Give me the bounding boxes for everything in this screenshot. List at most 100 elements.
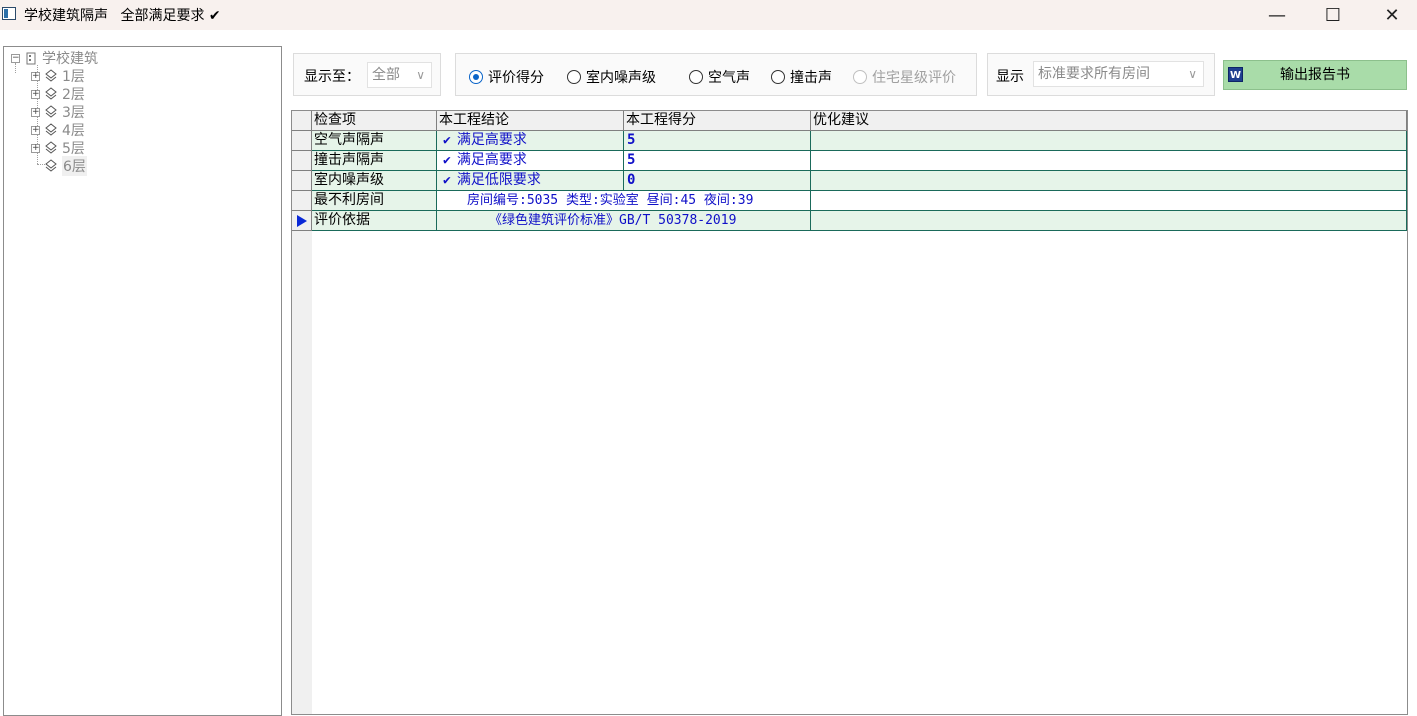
cell-advice bbox=[811, 211, 1407, 231]
floor-icon bbox=[45, 141, 57, 154]
table-row[interactable]: 评价依据 《绿色建筑评价标准》GB/T 50378-2019 bbox=[292, 211, 1407, 231]
check-icon: ✔ bbox=[443, 153, 451, 168]
show-filter-select[interactable]: 标准要求所有房间 ∨ bbox=[1033, 61, 1204, 87]
tree-floor-label[interactable]: 1层 bbox=[62, 66, 85, 86]
cell-score: 5 bbox=[624, 131, 811, 151]
current-row-pointer-icon bbox=[297, 215, 307, 227]
header-score[interactable]: 本工程得分 bbox=[624, 111, 811, 131]
cell-item: 撞击声隔声 bbox=[312, 151, 437, 171]
radio-residential-star: 住宅星级评价 bbox=[853, 67, 956, 87]
tree-floor-label[interactable]: 3层 bbox=[62, 102, 85, 122]
row-indicator[interactable] bbox=[292, 151, 312, 171]
display-to-group: 显示至： 全部 ∨ bbox=[293, 53, 441, 96]
tree-floor-label[interactable]: 6层 bbox=[62, 156, 87, 176]
cell-evaluation-basis: 《绿色建筑评价标准》GB/T 50378-2019 bbox=[437, 211, 811, 231]
cell-score: 5 bbox=[624, 151, 811, 171]
display-to-select[interactable]: 全部 ∨ bbox=[367, 62, 432, 88]
header-advice[interactable]: 优化建议 bbox=[811, 111, 1407, 131]
cell-score: 0 bbox=[624, 171, 811, 191]
cell-conclusion: ✔ 满足高要求 bbox=[437, 131, 624, 151]
floor-icon bbox=[45, 87, 57, 100]
result-grid[interactable]: 检查项 本工程结论 本工程得分 优化建议 空气声隔声 ✔ 满足高要求 5 撞击声隔… bbox=[291, 110, 1408, 715]
floor-icon bbox=[45, 69, 57, 82]
show-filter-value: 标准要求所有房间 bbox=[1038, 66, 1150, 82]
row-indicator-current[interactable] bbox=[292, 211, 312, 231]
tree-node-root[interactable]: − 学校建筑 bbox=[11, 49, 98, 67]
window-status-text: 全部满足要求 bbox=[120, 8, 205, 24]
window-title-text: 学校建筑隔声 bbox=[24, 8, 108, 24]
tree-node-floor-4[interactable]: + 4层 bbox=[31, 121, 85, 139]
cell-conclusion: ✔ 满足高要求 bbox=[437, 151, 624, 171]
radio-residential-star-label: 住宅星级评价 bbox=[872, 70, 956, 86]
cell-advice bbox=[811, 131, 1407, 151]
expand-icon[interactable]: + bbox=[31, 143, 40, 153]
collapse-icon[interactable]: − bbox=[11, 53, 20, 63]
table-row[interactable]: 室内噪声级 ✔ 满足低限要求 0 bbox=[292, 171, 1407, 191]
radio-unselected-icon[interactable] bbox=[567, 70, 581, 84]
word-document-icon: W bbox=[1228, 67, 1243, 82]
export-report-label: 输出报告书 bbox=[1280, 67, 1350, 83]
header-conclusion[interactable]: 本工程结论 bbox=[437, 111, 624, 131]
tree-node-floor-3[interactable]: + 3层 bbox=[31, 103, 85, 121]
title-bar: 学校建筑隔声 全部满足要求 ✔ — ☐ ✕ bbox=[0, 0, 1417, 30]
row-indicator[interactable] bbox=[292, 131, 312, 151]
tree-node-floor-2[interactable]: + 2层 bbox=[31, 85, 85, 103]
radio-score-label: 评价得分 bbox=[488, 70, 544, 86]
row-indicator[interactable] bbox=[292, 191, 312, 211]
cell-advice bbox=[811, 171, 1407, 191]
display-to-value: 全部 bbox=[372, 67, 400, 83]
expand-icon[interactable]: + bbox=[31, 107, 40, 117]
conclusion-text: 满足高要求 bbox=[456, 152, 527, 168]
tree-node-floor-6[interactable]: 6层 bbox=[44, 156, 87, 176]
conclusion-text: 满足低限要求 bbox=[456, 172, 541, 188]
radio-selected-icon[interactable] bbox=[469, 70, 483, 84]
grid-header-row: 检查项 本工程结论 本工程得分 优化建议 bbox=[292, 111, 1407, 131]
check-icon: ✔ bbox=[443, 173, 451, 188]
show-filter-group: 显示 标准要求所有房间 ∨ bbox=[987, 53, 1215, 96]
radio-unselected-icon[interactable] bbox=[771, 70, 785, 84]
tree-node-floor-1[interactable]: + 1层 bbox=[31, 67, 85, 85]
tree-floor-label[interactable]: 2层 bbox=[62, 84, 85, 104]
conclusion-text: 满足高要求 bbox=[456, 132, 527, 148]
cell-worst-room-info: 房间编号:5035 类型:实验室 昼间:45 夜间:39 bbox=[437, 191, 811, 211]
minimize-button[interactable]: — bbox=[1247, 0, 1307, 30]
cell-item: 室内噪声级 bbox=[312, 171, 437, 191]
cell-item: 最不利房间 bbox=[312, 191, 437, 211]
window-title: 学校建筑隔声 全部满足要求 ✔ bbox=[24, 5, 221, 25]
tree-node-floor-5[interactable]: + 5层 bbox=[31, 139, 85, 157]
expand-icon[interactable]: + bbox=[31, 125, 40, 135]
tree-floor-label[interactable]: 5层 bbox=[62, 138, 85, 158]
header-check-item[interactable]: 检查项 bbox=[312, 111, 437, 131]
tree-root-label[interactable]: 学校建筑 bbox=[42, 48, 98, 68]
radio-disabled-icon bbox=[853, 70, 867, 84]
floor-icon bbox=[45, 105, 57, 118]
radio-score[interactable]: 评价得分 bbox=[469, 67, 544, 87]
cell-item: 空气声隔声 bbox=[312, 131, 437, 151]
expand-icon[interactable]: + bbox=[31, 71, 40, 81]
building-tree[interactable]: − 学校建筑 + 1层 + 2层 + 3层 + 4层 + 5层 6层 bbox=[3, 46, 282, 716]
export-report-button[interactable]: W 输出报告书 bbox=[1223, 60, 1407, 90]
table-row[interactable]: 撞击声隔声 ✔ 满足高要求 5 bbox=[292, 151, 1407, 171]
table-row[interactable]: 最不利房间 房间编号:5035 类型:实验室 昼间:45 夜间:39 bbox=[292, 191, 1407, 211]
radio-impact-label: 撞击声 bbox=[790, 70, 832, 86]
radio-impact[interactable]: 撞击声 bbox=[771, 67, 832, 87]
expand-icon[interactable]: + bbox=[31, 89, 40, 99]
chevron-down-icon: ∨ bbox=[416, 68, 425, 82]
row-indicator[interactable] bbox=[292, 171, 312, 191]
radio-indoor-noise[interactable]: 室内噪声级 bbox=[567, 67, 656, 87]
header-corner bbox=[292, 111, 312, 131]
check-icon: ✔ bbox=[208, 8, 221, 24]
check-icon: ✔ bbox=[443, 133, 451, 148]
building-icon bbox=[26, 52, 36, 65]
show-label: 显示 bbox=[996, 69, 1024, 85]
radio-indoor-noise-label: 室内噪声级 bbox=[586, 70, 656, 86]
floor-icon bbox=[45, 123, 57, 136]
radio-airborne[interactable]: 空气声 bbox=[689, 67, 750, 87]
tree-floor-label[interactable]: 4层 bbox=[62, 120, 85, 140]
radio-unselected-icon[interactable] bbox=[689, 70, 703, 84]
cell-item: 评价依据 bbox=[312, 211, 437, 231]
maximize-button[interactable]: ☐ bbox=[1303, 0, 1363, 30]
cell-advice bbox=[811, 191, 1407, 211]
table-row[interactable]: 空气声隔声 ✔ 满足高要求 5 bbox=[292, 131, 1407, 151]
close-button[interactable]: ✕ bbox=[1362, 0, 1417, 30]
